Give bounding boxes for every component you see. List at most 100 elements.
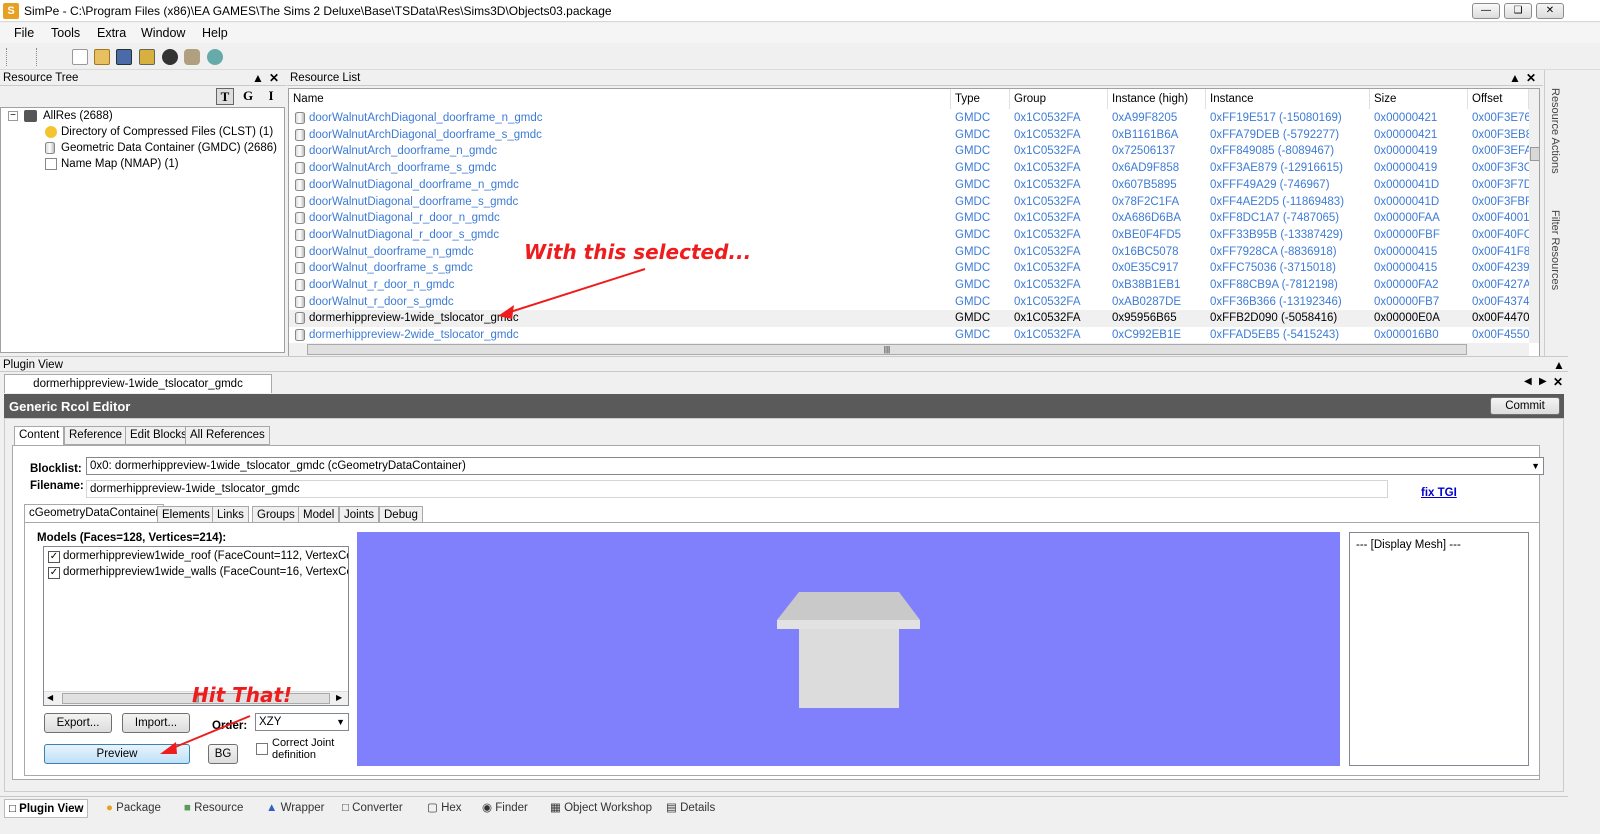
- column-group[interactable]: Group: [1010, 89, 1108, 109]
- bottom-tab-hex[interactable]: ▢ Hex: [423, 799, 466, 818]
- table-cell: 0x00F3E76: [1472, 112, 1529, 124]
- table-row[interactable]: dormerhippreview-2wide_tslocator_gmdc GMD…: [289, 327, 1529, 343]
- filter-type-button[interactable]: T: [216, 88, 234, 105]
- scroll-thumb[interactable]: |||: [307, 344, 1467, 355]
- close-button[interactable]: ✕: [1536, 3, 1564, 19]
- pin-icon[interactable]: ▲: [1553, 357, 1565, 373]
- users-icon[interactable]: [184, 49, 200, 65]
- tree-item-allres[interactable]: AllRes (2688): [43, 110, 113, 122]
- model-walls-checkbox[interactable]: ✓: [48, 567, 60, 579]
- collapse-icon[interactable]: −: [8, 111, 18, 121]
- bottom-tab-resource[interactable]: ■ Resource: [180, 799, 247, 818]
- close-icon[interactable]: ✕: [1526, 70, 1536, 86]
- save-icon[interactable]: [116, 49, 132, 65]
- bottom-tab-object-workshop[interactable]: ▦ Object Workshop: [546, 799, 656, 818]
- bottom-tab-details[interactable]: ▤ Details: [662, 799, 719, 818]
- chevron-down-icon: ▼: [336, 717, 345, 727]
- scroll-thumb[interactable]: [1530, 147, 1539, 161]
- next-tab-icon[interactable]: ▶: [1539, 376, 1547, 387]
- filter-group-button[interactable]: G: [239, 88, 257, 105]
- filter-resources-tab[interactable]: Filter Resources: [1549, 210, 1561, 290]
- table-row[interactable]: doorWalnutArch_doorframe_n_gmdc GMDC 0x1C0…: [289, 143, 1529, 160]
- tab-content[interactable]: Content: [14, 426, 65, 446]
- resource-actions-tab[interactable]: Resource Actions: [1549, 88, 1561, 174]
- menu-tools[interactable]: Tools: [51, 26, 80, 40]
- table-cell: 0x1C0532FA: [1014, 128, 1081, 141]
- column-name[interactable]: Name: [289, 89, 951, 109]
- table-row[interactable]: doorWalnut_r_door_s_gmdc GMDC 0x1C0532FA 0x…: [289, 294, 1529, 311]
- maximize-button[interactable]: ❏: [1504, 3, 1532, 19]
- table-cell: GMDC: [955, 145, 991, 158]
- table-row[interactable]: doorWalnutDiagonal_r_door_n_gmdc GMDC 0x1C…: [289, 210, 1529, 227]
- column-size[interactable]: Size: [1370, 89, 1468, 109]
- details-icon: ▤: [666, 802, 681, 814]
- model-roof-label[interactable]: dormerhippreview1wide_roof (FaceCount=11…: [63, 550, 348, 562]
- table-row[interactable]: doorWalnutDiagonal_r_door_s_gmdc GMDC 0x1C…: [289, 227, 1529, 244]
- display-mesh-list[interactable]: --- [Display Mesh] ---: [1349, 532, 1529, 766]
- mesh-preview-viewport[interactable]: [357, 532, 1340, 766]
- table-cell: doorWalnutArchDiagonal_doorframe_n_gmdc: [309, 112, 543, 124]
- doc-tab[interactable]: dormerhippreview-1wide_tslocator_gmdc: [4, 374, 272, 393]
- model-walls-label[interactable]: dormerhippreview1wide_walls (FaceCount=1…: [63, 566, 348, 578]
- order-select[interactable]: XZY ▼: [255, 713, 349, 731]
- vertical-scrollbar[interactable]: [1529, 89, 1539, 343]
- fix-tgi-link[interactable]: fix TGI: [1421, 487, 1457, 499]
- table-row[interactable]: doorWalnutArchDiagonal_doorframe_n_gmdc G…: [289, 110, 1529, 127]
- prev-tab-icon[interactable]: ◀: [1524, 376, 1532, 387]
- open-folder-icon[interactable]: [94, 49, 110, 65]
- minimize-button[interactable]: —: [1472, 3, 1500, 19]
- table-row[interactable]: doorWalnutDiagonal_doorframe_n_gmdc GMDC 0…: [289, 177, 1529, 194]
- tab-all-references[interactable]: All References: [185, 426, 270, 445]
- commit-button[interactable]: Commit: [1490, 397, 1560, 415]
- menu-help[interactable]: Help: [202, 26, 228, 40]
- table-cell: 0x00F3F7D: [1472, 178, 1529, 191]
- table-row[interactable]: doorWalnutArchDiagonal_doorframe_s_gmdc G…: [289, 127, 1529, 144]
- bottom-tab-wrapper[interactable]: ▲ Wrapper: [262, 799, 328, 818]
- close-file-icon[interactable]: [162, 49, 178, 65]
- bottom-tab-plugin-view[interactable]: □ Plugin View: [4, 799, 89, 818]
- table-row[interactable]: doorWalnutArch_doorframe_s_gmdc GMDC 0x1C0…: [289, 160, 1529, 177]
- table-row[interactable]: doorWalnutDiagonal_doorframe_s_gmdc GMDC 0…: [289, 194, 1529, 211]
- column-instance[interactable]: Instance: [1206, 89, 1370, 109]
- bottom-tab-converter[interactable]: □ Converter: [338, 799, 407, 818]
- tab-reference[interactable]: Reference: [64, 426, 128, 445]
- scroll-left-icon[interactable]: ◀: [47, 693, 53, 702]
- new-file-icon[interactable]: [72, 49, 88, 65]
- filename-field[interactable]: dormerhippreview-1wide_tslocator_gmdc: [86, 480, 1388, 498]
- blocklist-select[interactable]: 0x0: dormerhippreview-1wide_tslocator_gm…: [86, 457, 1544, 475]
- bottom-tab-finder[interactable]: ◉ Finder: [478, 799, 532, 818]
- table-row[interactable]: doorWalnut_r_door_n_gmdc GMDC 0x1C0532FA 0x…: [289, 277, 1529, 294]
- display-mesh-item[interactable]: --- [Display Mesh] ---: [1356, 539, 1461, 551]
- toolbar-grip[interactable]: [36, 48, 39, 66]
- column-instance-high[interactable]: Instance (high): [1108, 89, 1206, 109]
- tree-item-nmap[interactable]: Name Map (NMAP) (1): [61, 158, 179, 170]
- scroll-right-icon[interactable]: ▶: [336, 693, 342, 702]
- menu-file[interactable]: File: [14, 26, 34, 40]
- filter-instance-button[interactable]: I: [262, 88, 280, 105]
- pin-icon[interactable]: ▲: [252, 70, 264, 86]
- pin-icon[interactable]: ▲: [1509, 70, 1521, 86]
- subtab-cgeometrydatacontainer[interactable]: cGeometryDataContainer: [24, 504, 165, 523]
- horizontal-scrollbar[interactable]: |||: [289, 343, 1529, 357]
- close-icon[interactable]: ✕: [269, 70, 279, 86]
- table-row[interactable]: doorWalnut_doorframe_n_gmdc GMDC 0x1C0532F…: [289, 244, 1529, 261]
- bottom-tab-package[interactable]: ● Package: [102, 799, 165, 818]
- save-all-icon[interactable]: [139, 49, 155, 65]
- tab-edit-blocks[interactable]: Edit Blocks: [125, 426, 192, 445]
- model-roof-checkbox[interactable]: ✓: [48, 551, 60, 563]
- close-tab-icon[interactable]: ✕: [1553, 375, 1563, 389]
- table-row[interactable]: dormerhippreview-1wide_tslocator_gmdc GMD…: [289, 310, 1529, 328]
- table-cell: 0x1C0532FA: [1014, 112, 1081, 124]
- table-cell: 0x0E35C917: [1112, 262, 1179, 275]
- menu-extra[interactable]: Extra: [97, 26, 126, 40]
- column-offset[interactable]: Offset: [1468, 89, 1529, 109]
- column-type[interactable]: Type: [951, 89, 1010, 109]
- table-row[interactable]: doorWalnut_doorframe_s_gmdc GMDC 0x1C0532F…: [289, 260, 1529, 277]
- search-globe-icon[interactable]: [207, 49, 223, 65]
- tree-item-gmdc[interactable]: Geometric Data Container (GMDC) (2686): [61, 142, 277, 154]
- export-button[interactable]: Export...: [44, 713, 112, 733]
- tree-item-clst[interactable]: Directory of Compressed Files (CLST) (1): [61, 126, 273, 138]
- menu-window[interactable]: Window: [141, 26, 185, 40]
- database-icon: [295, 262, 305, 275]
- toolbar-grip[interactable]: [6, 48, 9, 66]
